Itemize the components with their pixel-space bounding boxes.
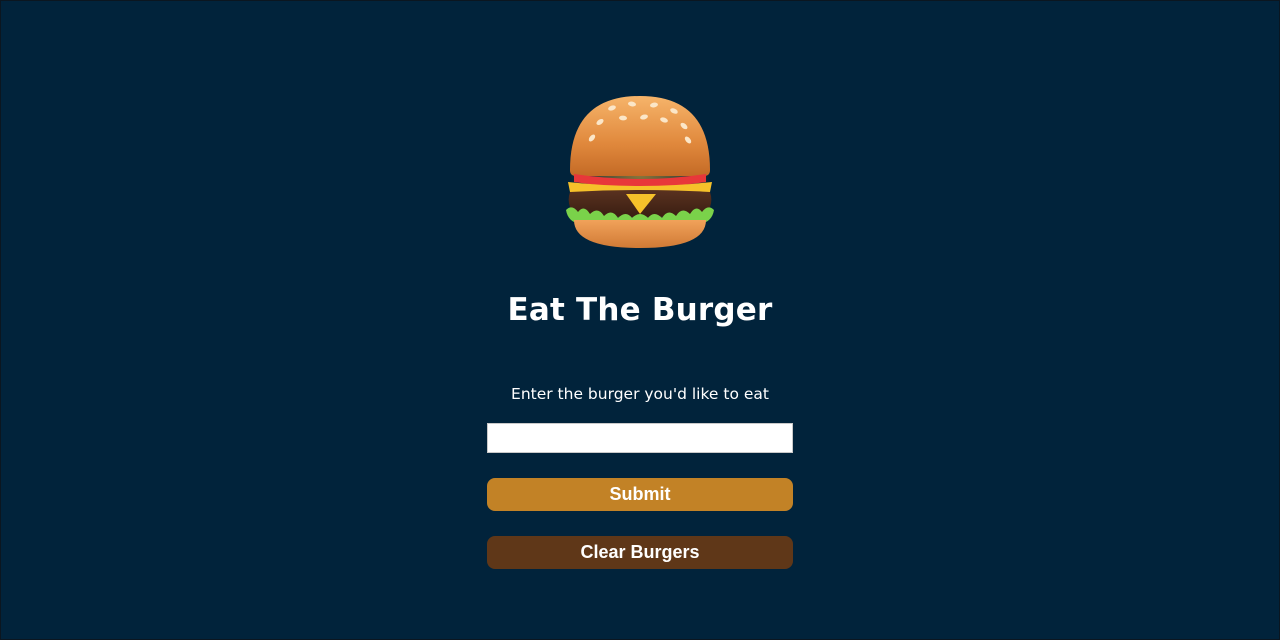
burger-icon bbox=[566, 96, 714, 248]
main-container: Eat The Burger Enter the burger you'd li… bbox=[0, 0, 1280, 640]
burger-hero bbox=[560, 92, 720, 252]
burger-name-input[interactable] bbox=[487, 423, 793, 453]
submit-button[interactable]: Submit bbox=[487, 478, 793, 511]
clear-burgers-button[interactable]: Clear Burgers bbox=[487, 536, 793, 569]
burger-input-label: Enter the burger you'd like to eat bbox=[511, 385, 769, 403]
page-title: Eat The Burger bbox=[507, 292, 773, 328]
